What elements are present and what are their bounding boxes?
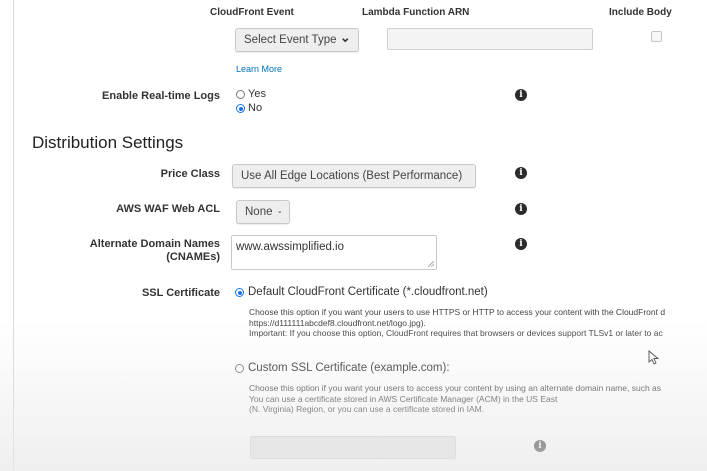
event-type-select[interactable]: Select Event Type <box>235 28 359 52</box>
cnames-textarea[interactable]: www.awssimplified.io <box>231 235 437 270</box>
ssl-custom-description: Choose this option if you want your user… <box>249 383 661 415</box>
realtime-logs-yes-label: Yes <box>248 88 266 100</box>
event-type-select-label: Select Event Type <box>244 34 337 46</box>
info-icon[interactable]: i <box>515 167 527 179</box>
cnames-label: Alternate Domain Names (CNAMEs) <box>10 238 220 264</box>
info-icon[interactable]: i <box>515 203 527 215</box>
ssl-default-radio[interactable] <box>235 288 244 297</box>
realtime-logs-no-radio[interactable] <box>236 104 245 113</box>
ssl-custom-desc-line1: Choose this option if you want your user… <box>249 383 662 393</box>
chevron-down-icon <box>277 211 281 213</box>
column-header-lambda-arn: Lambda Function ARN <box>362 7 470 18</box>
ssl-custom-desc-line2: You can use a certificate stored in AWS … <box>249 393 558 404</box>
mouse-cursor-icon <box>648 350 660 365</box>
realtime-logs-no-label: No <box>248 102 263 114</box>
ssl-custom-desc-line3: (N. Virginia) Region, or you can use a c… <box>249 404 485 414</box>
cnames-label-line2: (CNAMEs) <box>166 251 220 263</box>
ssl-default-desc-line2: https://d111111abcdef8.cloudfront.net/lo… <box>249 317 426 328</box>
left-border <box>13 0 14 471</box>
cnames-label-line1: Alternate Domain Names <box>89 238 220 250</box>
waf-acl-select-label: None <box>245 206 273 218</box>
waf-acl-select[interactable]: None <box>236 200 290 224</box>
column-header-cloudfront-event: CloudFront Event <box>210 7 294 18</box>
column-header-include-body: Include Body <box>609 7 672 18</box>
lambda-arn-input[interactable] <box>387 28 593 50</box>
price-class-select-label: Use All Edge Locations (Best Performance… <box>241 170 463 182</box>
ssl-default-desc-line3: Important: If you choose this option, Cl… <box>249 328 663 338</box>
chevron-down-icon <box>342 38 349 43</box>
info-icon[interactable]: i <box>515 238 527 250</box>
ssl-custom-option-label: Custom SSL Certificate (example.com): <box>248 362 450 374</box>
ssl-default-desc-line1: Choose this option if you want your user… <box>249 307 666 317</box>
include-body-checkbox[interactable] <box>651 31 662 42</box>
realtime-logs-label: Enable Real-time Logs <box>102 90 220 102</box>
ssl-default-option-label: Default CloudFront Certificate (*.cloudf… <box>248 286 488 298</box>
waf-label: AWS WAF Web ACL <box>116 203 220 215</box>
price-class-label: Price Class <box>160 168 220 180</box>
ssl-certificate-label: SSL Certificate <box>141 287 220 299</box>
price-class-select[interactable]: Use All Edge Locations (Best Performance… <box>232 164 476 188</box>
realtime-logs-yes-radio[interactable] <box>236 90 245 99</box>
resize-handle-icon[interactable] <box>428 261 434 267</box>
cnames-value: www.awssimplified.io <box>236 241 345 253</box>
ssl-custom-radio[interactable] <box>235 364 244 373</box>
info-icon[interactable]: i <box>515 89 527 101</box>
custom-ssl-certificate-input[interactable] <box>250 436 456 459</box>
ssl-default-description: Choose this option if you want your user… <box>249 307 665 339</box>
section-title: Distribution Settings <box>32 133 184 152</box>
learn-more-link[interactable]: Learn More <box>236 64 282 74</box>
info-icon[interactable]: i <box>534 440 546 452</box>
